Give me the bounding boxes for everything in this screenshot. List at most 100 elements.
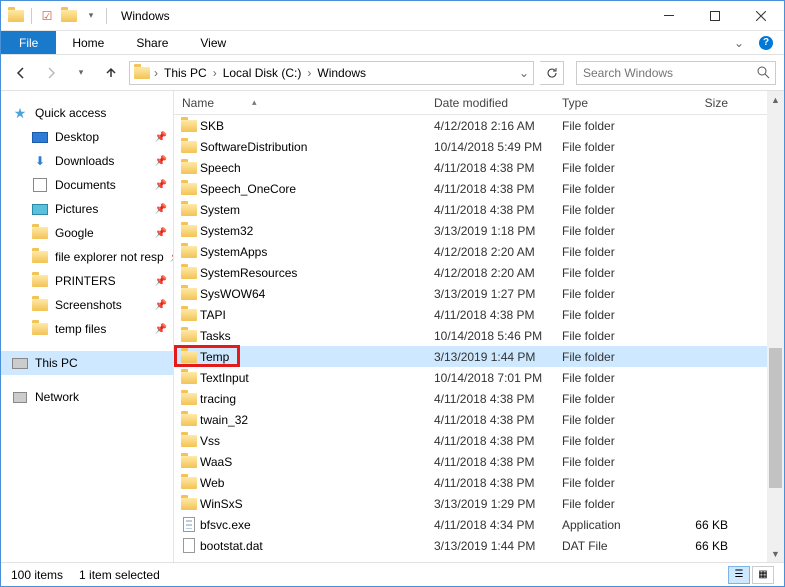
file-date: 4/11/2018 4:38 PM bbox=[434, 455, 562, 469]
sidebar-quick-access[interactable]: ★ Quick access bbox=[1, 101, 173, 125]
view-icons-button[interactable]: ▦ bbox=[752, 566, 774, 584]
folder-icon bbox=[178, 351, 200, 363]
file-row[interactable]: tracing4/11/2018 4:38 PMFile folder bbox=[174, 388, 767, 409]
file-row[interactable]: bootstat.dat3/13/2019 1:44 PMDAT File66 … bbox=[174, 535, 767, 556]
qat-properties-icon[interactable]: ☑ bbox=[38, 7, 56, 25]
folder-icon bbox=[178, 141, 200, 153]
sidebar-item-printers[interactable]: PRINTERS📌 bbox=[1, 269, 173, 293]
file-date: 3/13/2019 1:44 PM bbox=[434, 350, 562, 364]
minimize-button[interactable] bbox=[646, 1, 692, 31]
file-date: 4/12/2018 2:20 AM bbox=[434, 245, 562, 259]
sidebar-this-pc[interactable]: This PC bbox=[1, 351, 173, 375]
scroll-up-icon[interactable]: ▲ bbox=[767, 91, 784, 108]
tab-file[interactable]: File bbox=[1, 31, 56, 54]
address-bar[interactable]: › This PC › Local Disk (C:) › Windows ⌄ bbox=[129, 61, 534, 85]
file-row[interactable]: SystemResources4/12/2018 2:20 AMFile fol… bbox=[174, 262, 767, 283]
file-row[interactable]: TAPI4/11/2018 4:38 PMFile folder bbox=[174, 304, 767, 325]
help-icon[interactable]: ? bbox=[754, 31, 778, 54]
file-row[interactable]: SystemApps4/12/2018 2:20 AMFile folder bbox=[174, 241, 767, 262]
folder-icon bbox=[178, 372, 200, 384]
file-type: File folder bbox=[562, 140, 674, 154]
column-header-type[interactable]: Type bbox=[562, 96, 674, 110]
file-row[interactable]: System323/13/2019 1:18 PMFile folder bbox=[174, 220, 767, 241]
chevron-right-icon[interactable]: › bbox=[305, 66, 313, 80]
file-name: Temp bbox=[200, 350, 434, 364]
sidebar-item-downloads[interactable]: ⬇Downloads📌 bbox=[1, 149, 173, 173]
file-row[interactable]: Vss4/11/2018 4:38 PMFile folder bbox=[174, 430, 767, 451]
column-header-date[interactable]: Date modified bbox=[434, 96, 562, 110]
ribbon-expand-icon[interactable]: ⌄ bbox=[724, 31, 754, 54]
tab-home[interactable]: Home bbox=[56, 31, 120, 54]
file-row[interactable]: System4/11/2018 4:38 PMFile folder bbox=[174, 199, 767, 220]
sidebar-item-desktop[interactable]: Desktop📌 bbox=[1, 125, 173, 149]
sidebar-item-google[interactable]: Google📌 bbox=[1, 221, 173, 245]
column-header-name[interactable]: Name▴ bbox=[178, 96, 434, 110]
qat-dropdown-icon[interactable]: ▾ bbox=[82, 7, 100, 25]
close-button[interactable] bbox=[738, 1, 784, 31]
file-date: 3/13/2019 1:29 PM bbox=[434, 497, 562, 511]
back-button[interactable] bbox=[9, 61, 33, 85]
sidebar-item-temp-files[interactable]: temp files📌 bbox=[1, 317, 173, 341]
breadcrumb-local-disk[interactable]: Local Disk (C:) bbox=[219, 66, 306, 80]
tab-view[interactable]: View bbox=[184, 31, 242, 54]
breadcrumb-this-pc[interactable]: This PC bbox=[160, 66, 211, 80]
file-row[interactable]: SKB4/12/2018 2:16 AMFile folder bbox=[174, 115, 767, 136]
file-type: File folder bbox=[562, 476, 674, 490]
chevron-right-icon[interactable]: › bbox=[152, 66, 160, 80]
tab-share[interactable]: Share bbox=[120, 31, 184, 54]
scroll-down-icon[interactable]: ▼ bbox=[767, 545, 784, 562]
file-row[interactable]: WinSxS3/13/2019 1:29 PMFile folder bbox=[174, 493, 767, 514]
scroll-track[interactable] bbox=[767, 108, 784, 545]
file-type: File folder bbox=[562, 161, 674, 175]
file-name: WaaS bbox=[200, 455, 434, 469]
sidebar-item-label: file explorer not resp bbox=[55, 250, 164, 264]
forward-button[interactable] bbox=[39, 61, 63, 85]
file-row[interactable]: SoftwareDistribution10/14/2018 5:49 PMFi… bbox=[174, 136, 767, 157]
file-type: File folder bbox=[562, 287, 674, 301]
column-header-size[interactable]: Size bbox=[674, 96, 734, 110]
up-button[interactable] bbox=[99, 61, 123, 85]
sidebar-item-file-explorer-not-resp[interactable]: file explorer not resp 📌 bbox=[1, 245, 173, 269]
sidebar-item-screenshots[interactable]: Screenshots📌 bbox=[1, 293, 173, 317]
file-row[interactable]: bfsvc.exe4/11/2018 4:34 PMApplication66 … bbox=[174, 514, 767, 535]
sidebar-network[interactable]: Network bbox=[1, 385, 173, 409]
file-row[interactable]: Tasks10/14/2018 5:46 PMFile folder bbox=[174, 325, 767, 346]
file-type: File folder bbox=[562, 182, 674, 196]
folder-icon bbox=[178, 204, 200, 216]
documents-icon bbox=[31, 177, 49, 193]
file-row[interactable]: Speech4/11/2018 4:38 PMFile folder bbox=[174, 157, 767, 178]
recent-dropdown-icon[interactable]: ▾ bbox=[69, 61, 93, 85]
file-name: SystemApps bbox=[200, 245, 434, 259]
search-icon[interactable] bbox=[751, 66, 775, 79]
file-row[interactable]: Temp3/13/2019 1:44 PMFile folder bbox=[174, 346, 767, 367]
search-box[interactable] bbox=[576, 61, 776, 85]
file-row[interactable]: Web4/11/2018 4:38 PMFile folder bbox=[174, 472, 767, 493]
refresh-button[interactable] bbox=[540, 61, 564, 85]
sidebar-item-documents[interactable]: Documents📌 bbox=[1, 173, 173, 197]
maximize-button[interactable] bbox=[692, 1, 738, 31]
pin-icon: 📌 bbox=[170, 252, 173, 263]
sidebar-item-label: Pictures bbox=[55, 202, 98, 216]
breadcrumb-windows[interactable]: Windows bbox=[313, 66, 370, 80]
scroll-thumb[interactable] bbox=[769, 348, 782, 488]
file-row[interactable]: twain_324/11/2018 4:38 PMFile folder bbox=[174, 409, 767, 430]
qat-new-folder-icon[interactable] bbox=[60, 7, 78, 25]
chevron-right-icon[interactable]: › bbox=[211, 66, 219, 80]
file-icon bbox=[178, 538, 200, 553]
file-row[interactable]: SysWOW643/13/2019 1:27 PMFile folder bbox=[174, 283, 767, 304]
address-dropdown-icon[interactable]: ⌄ bbox=[517, 66, 531, 80]
file-type: File folder bbox=[562, 350, 674, 364]
sidebar-item-pictures[interactable]: Pictures📌 bbox=[1, 197, 173, 221]
file-row[interactable]: WaaS4/11/2018 4:38 PMFile folder bbox=[174, 451, 767, 472]
ribbon: File Home Share View ⌄ ? bbox=[1, 31, 784, 55]
folder-icon bbox=[31, 249, 49, 265]
search-input[interactable] bbox=[577, 66, 751, 80]
view-details-button[interactable]: ☰ bbox=[728, 566, 750, 584]
file-row[interactable]: TextInput10/14/2018 7:01 PMFile folder bbox=[174, 367, 767, 388]
sidebar-item-label: Downloads bbox=[55, 154, 114, 168]
file-row[interactable]: Speech_OneCore4/11/2018 4:38 PMFile fold… bbox=[174, 178, 767, 199]
vertical-scrollbar[interactable]: ▲ ▼ bbox=[767, 91, 784, 562]
file-name: SystemResources bbox=[200, 266, 434, 280]
file-date: 4/11/2018 4:38 PM bbox=[434, 476, 562, 490]
file-date: 3/13/2019 1:44 PM bbox=[434, 539, 562, 553]
